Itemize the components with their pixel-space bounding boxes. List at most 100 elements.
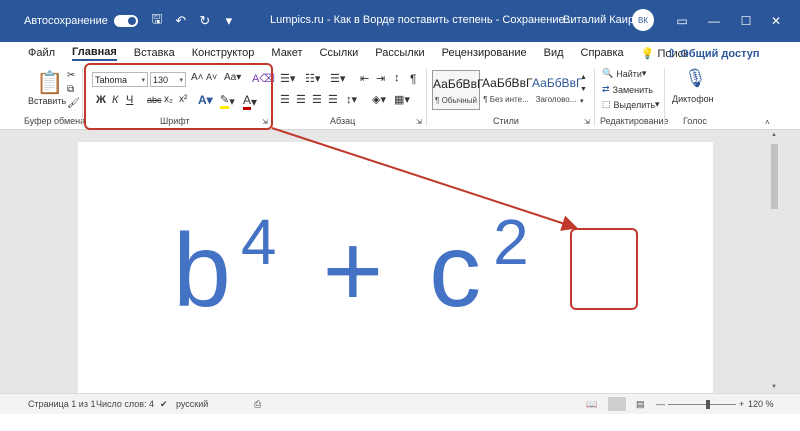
shading-icon[interactable]: ◈▾ [372,93,386,106]
scroll-down-icon[interactable]: ▼ [771,384,777,390]
share-label: Общий доступ [680,47,760,60]
style-name: ¶ Обычный [435,96,477,105]
ribbon-display-options-icon[interactable]: ▭ [672,11,692,31]
tab-file[interactable]: Файл [28,47,55,59]
tab-review[interactable]: Рецензирование [442,47,527,59]
justify-icon[interactable]: ☰ [328,93,338,106]
collapse-ribbon-icon[interactable]: ˄ [765,118,770,127]
bullets-icon[interactable]: ☰▾ [280,72,295,85]
numbering-icon[interactable]: ☷▾ [305,72,320,85]
styles-dialog-launcher-icon[interactable]: ⇲ [584,118,590,126]
select-button[interactable]: ⬚ Выделить ▾ [602,99,660,110]
font-group-highlight [84,63,273,130]
proofing-icon[interactable]: ✔ [160,399,168,410]
scroll-up-icon[interactable]: ▲ [771,132,777,138]
scroll-thumb[interactable] [771,144,778,209]
find-label: Найти [616,68,642,79]
style-normal[interactable]: АаБбВвГ ¶ Обычный [432,70,483,110]
search-icon: 🔍 [602,68,614,78]
autosave-control[interactable]: Автосохранение [24,15,138,27]
lightbulb-icon: 💡 [640,47,655,60]
tab-home[interactable]: Главная [72,46,117,61]
page-count[interactable]: Страница 1 из 1 [28,399,95,409]
document-area: b 4 + c 2 ▲ ▼ [0,130,800,393]
language[interactable]: русский [176,399,208,409]
web-layout-icon[interactable]: ▤ [636,399,645,410]
multilevel-list-icon[interactable]: ☰▾ [330,72,345,85]
formula-text[interactable]: b 4 + c 2 [173,206,529,331]
status-bar: Страница 1 из 1 Число слов: 4 ✔ русский … [0,393,800,414]
zoom-out-icon[interactable]: — [656,399,665,409]
word-count[interactable]: Число слов: 4 [96,399,154,409]
word-window: Автосохранение 🖫 ↶ ↻ ▾ Lumpics.ru - Как … [0,0,800,431]
zoom-in-icon[interactable]: + [739,399,744,409]
tab-layout[interactable]: Макет [271,47,302,59]
superscript-highlight [570,228,638,310]
zoom-slider-thumb[interactable] [706,400,711,409]
align-right-icon[interactable]: ☰ [312,93,322,106]
maximize-icon[interactable]: ☐ [736,11,756,31]
sort-icon[interactable]: ↕ [394,72,400,84]
line-spacing-icon[interactable]: ↕▾ [346,93,357,106]
superscript-4: 4 [240,206,277,278]
align-left-icon[interactable]: ☰ [280,93,290,106]
autosave-label: Автосохранение [24,15,108,27]
increase-indent-icon[interactable]: ⇥ [376,72,385,85]
print-layout-icon[interactable] [608,397,626,411]
tab-insert[interactable]: Вставка [134,47,175,59]
tab-mailings[interactable]: Рассылки [375,47,424,59]
styles-gallery-scroll[interactable]: ▲ ▼ ▾ [580,72,587,108]
borders-icon[interactable]: ▦▾ [394,93,410,106]
select-icon: ⬚ [602,99,611,109]
customize-quick-access-icon[interactable]: ▾ [222,13,236,29]
accessibility-icon[interactable]: ⎙ [254,399,261,410]
zoom-level[interactable]: 120 % [748,399,774,409]
select-label: Выделить [613,99,656,110]
paste-icon[interactable]: 📋 [36,70,63,96]
paste-button[interactable]: Вставить [28,96,66,106]
paragraph-dialog-launcher-icon[interactable]: ⇲ [416,118,422,126]
minimize-icon[interactable]: — [704,11,724,31]
superscript-2: 2 [493,206,529,278]
dictate-label: Диктофон [672,94,714,104]
style-sample: АаБбВвГ [482,76,533,90]
dictate-button[interactable]: Диктофон [672,94,714,104]
avatar[interactable]: ВК [632,9,654,31]
base-c: c [429,213,482,329]
plus-sign: + [322,213,384,329]
replace-label: Заменить [612,84,653,95]
autosave-toggle[interactable] [113,15,138,27]
group-divider [664,68,665,126]
close-icon[interactable]: ✕ [766,11,786,31]
vertical-scrollbar[interactable]: ▲ ▼ [769,130,780,393]
tab-help[interactable]: Справка [581,47,624,59]
tab-references[interactable]: Ссылки [320,47,359,59]
document-title: Lumpics.ru - Как в Ворде поставить степе… [270,14,574,26]
replace-button[interactable]: ⇄ Заменить [602,84,653,95]
style-no-spacing[interactable]: АаБбВвГ ¶ Без инте... [482,70,533,110]
copy-icon[interactable]: ⧉ [67,84,74,95]
decrease-indent-icon[interactable]: ⇤ [360,72,369,85]
styles-group-label: Стили [493,116,519,126]
editing-group-label: Редактирование [600,116,669,126]
save-icon[interactable]: 🖫 [150,10,164,32]
cut-icon[interactable]: ✂ [67,70,75,81]
base-b: b [173,213,231,329]
share-button[interactable]: ⇧ Общий доступ [663,45,764,62]
style-heading1[interactable]: АаБбВвГ Заголово... [532,70,582,110]
find-button[interactable]: 🔍 Найти ▾ [602,68,646,79]
format-painter-icon[interactable]: 🖌 [67,98,80,109]
title-bar: Автосохранение 🖫 ↶ ↻ ▾ Lumpics.ru - Как … [0,0,800,42]
share-icon: ⇧ [667,48,677,60]
microphone-icon[interactable]: 🎙 [684,68,707,89]
style-name: ¶ Без инте... [483,95,529,104]
align-center-icon[interactable]: ☰ [296,93,306,106]
redo-icon[interactable]: ↻ [198,13,212,29]
group-divider [426,68,427,126]
zoom-slider[interactable] [668,400,736,409]
show-formatting-icon[interactable]: ¶ [410,72,416,86]
read-mode-icon[interactable]: 📖 [586,399,597,410]
tab-design[interactable]: Конструктор [192,47,255,59]
undo-icon[interactable]: ↶ [174,13,188,29]
tab-view[interactable]: Вид [544,47,564,59]
